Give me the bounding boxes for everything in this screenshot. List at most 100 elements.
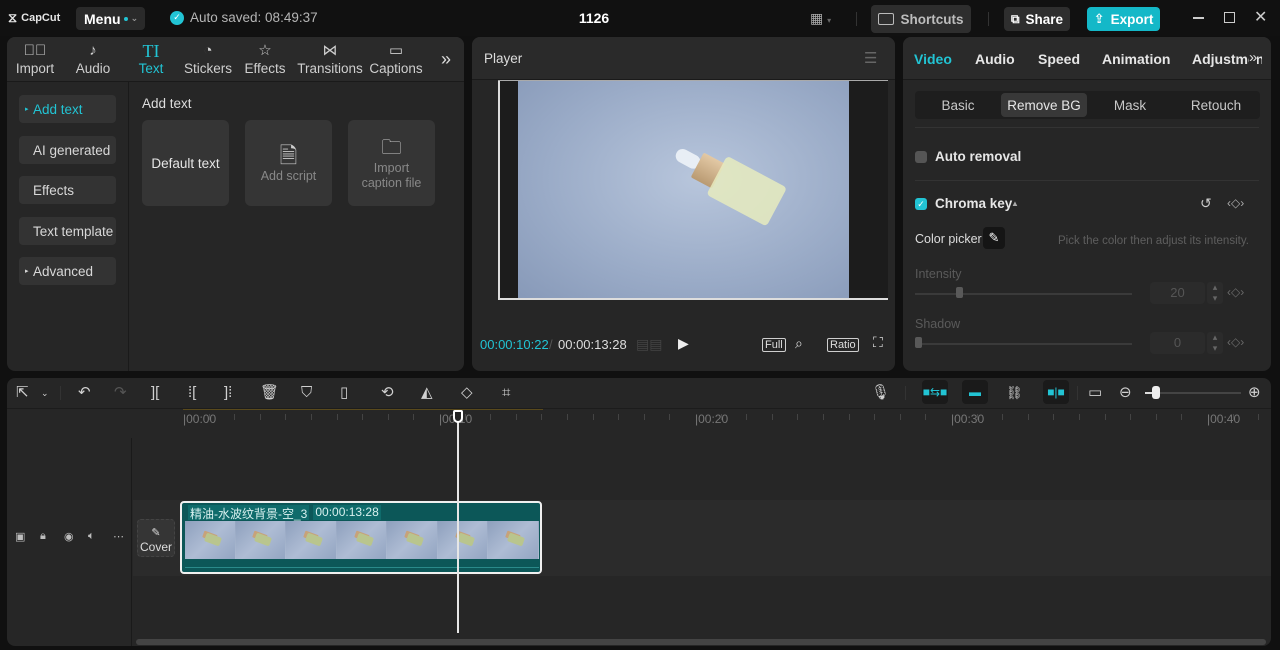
- mirror-icon[interactable]: ◭: [421, 385, 433, 401]
- share-button[interactable]: ⧉ Share: [1004, 7, 1070, 31]
- chevron-down-icon[interactable]: ⌄: [41, 385, 49, 401]
- capcut-logo-icon: ⧖: [8, 10, 18, 25]
- auto-snap-button[interactable]: ▬: [962, 380, 988, 404]
- visibility-icon[interactable]: ◉: [64, 530, 74, 543]
- menu-button[interactable]: Menu ⌄: [76, 7, 145, 30]
- undo-icon[interactable]: ↶: [78, 385, 91, 401]
- tab-audio[interactable]: ♪ Audio: [74, 41, 112, 76]
- collapse-caret-icon[interactable]: ▲: [1011, 199, 1019, 208]
- ruler-tick: [1027, 414, 1029, 420]
- subtab-remove-bg[interactable]: Remove BG: [1001, 93, 1087, 117]
- more-icon[interactable]: ⋯: [113, 530, 124, 543]
- default-text-card[interactable]: Default text: [142, 120, 229, 206]
- zoom-in-icon[interactable]: ⊕: [1248, 385, 1261, 401]
- stickers-icon: ◔: [203, 42, 213, 59]
- split-left-icon[interactable]: ⁞[: [188, 385, 196, 401]
- tab-text[interactable]: TI Text: [137, 41, 165, 76]
- close-button[interactable]: ✕: [1254, 7, 1267, 27]
- intensity-input[interactable]: 20: [1150, 282, 1205, 304]
- subtab-basic[interactable]: Basic: [915, 93, 1001, 117]
- ratio-button[interactable]: Ratio: [827, 338, 859, 352]
- tab-import[interactable]: ▶⃞ Import: [14, 41, 56, 76]
- intensity-stepper[interactable]: ▴ ▾: [1207, 282, 1223, 304]
- marker-icon[interactable]: ⛉: [301, 385, 312, 401]
- video-canvas[interactable]: [498, 80, 888, 300]
- timeline-zoom-thumb[interactable]: [1151, 386, 1160, 399]
- zoom-out-icon[interactable]: ⊖: [1119, 385, 1132, 401]
- playhead-handle[interactable]: [453, 410, 463, 423]
- keyframe-nav[interactable]: ‹◇›: [1227, 196, 1244, 210]
- intensity-keyframe-nav[interactable]: ‹◇›: [1227, 285, 1244, 299]
- freeze-frame-icon[interactable]: ▯: [340, 385, 348, 401]
- full-button[interactable]: Full: [762, 338, 786, 352]
- lock-icon[interactable]: 🔒︎: [40, 530, 46, 543]
- layout-button[interactable]: ▦ ▾: [810, 10, 831, 27]
- maximize-button[interactable]: [1224, 12, 1235, 23]
- play-button[interactable]: ▶: [678, 335, 689, 352]
- sidebar-item-text-template[interactable]: Text template: [19, 217, 116, 245]
- tab-captions[interactable]: ▭ Captions: [369, 41, 422, 76]
- tab-label: Effects: [244, 61, 286, 76]
- main-track-magnet-button[interactable]: ■⇆■: [922, 380, 948, 404]
- tab-audio[interactable]: Audio: [975, 51, 1015, 67]
- redo-icon[interactable]: ↷: [114, 385, 127, 401]
- crop-handle-top[interactable]: [498, 80, 888, 81]
- sidebar-item-advanced[interactable]: ▸ Advanced: [19, 257, 116, 285]
- more-tabs-icon[interactable]: »: [1249, 49, 1258, 66]
- delete-icon[interactable]: 🗑︎: [260, 385, 279, 401]
- fullscreen-icon[interactable]: ⛶: [873, 334, 883, 351]
- sidebar-item-add-text[interactable]: ▸ Add text: [19, 95, 116, 123]
- more-tabs-icon[interactable]: »: [441, 49, 451, 70]
- sidebar-item-effects[interactable]: Effects: [19, 176, 116, 204]
- split-right-icon[interactable]: ]⁞: [224, 385, 232, 401]
- timeline-scrollbar[interactable]: [136, 639, 1266, 645]
- select-tool-icon[interactable]: ⇱: [16, 385, 29, 401]
- tab-effects[interactable]: ☆ Effects: [244, 41, 286, 76]
- zoom-to-fit-icon[interactable]: ▭: [1088, 385, 1102, 401]
- subtab-mask[interactable]: Mask: [1087, 93, 1173, 117]
- minimize-button[interactable]: [1193, 17, 1204, 19]
- tab-animation[interactable]: Animation: [1102, 51, 1170, 67]
- transitions-icon: ⋈: [322, 42, 338, 59]
- intensity-slider-thumb[interactable]: [956, 287, 964, 298]
- shadow-slider-thumb[interactable]: [915, 337, 922, 348]
- crop-icon[interactable]: ⌗: [502, 385, 510, 401]
- tab-speed[interactable]: Speed: [1038, 51, 1080, 67]
- preview-axis-button[interactable]: ■|■: [1043, 380, 1069, 404]
- link-icon[interactable]: ⛓: [1006, 385, 1023, 401]
- divider: [905, 386, 906, 400]
- cover-button[interactable]: ✎ Cover: [137, 519, 175, 557]
- tab-transitions[interactable]: ⋈ Transitions: [297, 41, 363, 76]
- zoom-fit-icon[interactable]: ⌕: [795, 335, 803, 352]
- export-button[interactable]: ⇪ Export: [1087, 7, 1160, 31]
- intensity-slider[interactable]: [915, 293, 1132, 295]
- shadow-slider[interactable]: [915, 343, 1132, 345]
- import-caption-card[interactable]: 🗀 Import caption file: [348, 120, 435, 206]
- auto-removal-checkbox[interactable]: [915, 151, 927, 163]
- shadow-keyframe-nav[interactable]: ‹◇›: [1227, 335, 1244, 349]
- menu-label: Menu: [84, 10, 121, 27]
- ruler-tick: [515, 414, 517, 420]
- sidebar-item-ai-generated[interactable]: AI generated: [19, 136, 116, 164]
- video-clip[interactable]: 精油-水波纹背景-空_3 00:00:13:28: [180, 501, 542, 574]
- reverse-icon[interactable]: ⟲: [381, 385, 394, 401]
- chroma-key-checkbox[interactable]: ✓: [915, 198, 927, 210]
- color-picker-button[interactable]: ✎: [983, 227, 1005, 249]
- shortcuts-button[interactable]: Shortcuts: [871, 5, 971, 33]
- subtab-retouch[interactable]: Retouch: [1173, 93, 1259, 117]
- volume-icon[interactable]: 🔈︎: [88, 530, 95, 543]
- player-menu-icon[interactable]: ☰: [864, 49, 877, 67]
- rotate-icon[interactable]: ◇: [461, 385, 473, 401]
- reset-icon[interactable]: ↺: [1200, 195, 1212, 212]
- microphone-icon[interactable]: 🎙︎: [871, 385, 890, 401]
- tab-video[interactable]: Video: [914, 51, 952, 67]
- tab-stickers[interactable]: ◔ Stickers: [184, 41, 232, 76]
- shadow-stepper[interactable]: ▴ ▾: [1207, 332, 1223, 354]
- ruler-tick: [1104, 414, 1106, 420]
- crop-handle-left[interactable]: [498, 80, 500, 300]
- add-script-card[interactable]: 🗎 Add script: [245, 120, 332, 206]
- split-icon[interactable]: ][: [151, 385, 159, 401]
- crop-handle-bottom[interactable]: [498, 298, 888, 300]
- card-label: Add script: [260, 168, 317, 183]
- shadow-input[interactable]: 0: [1150, 332, 1205, 354]
